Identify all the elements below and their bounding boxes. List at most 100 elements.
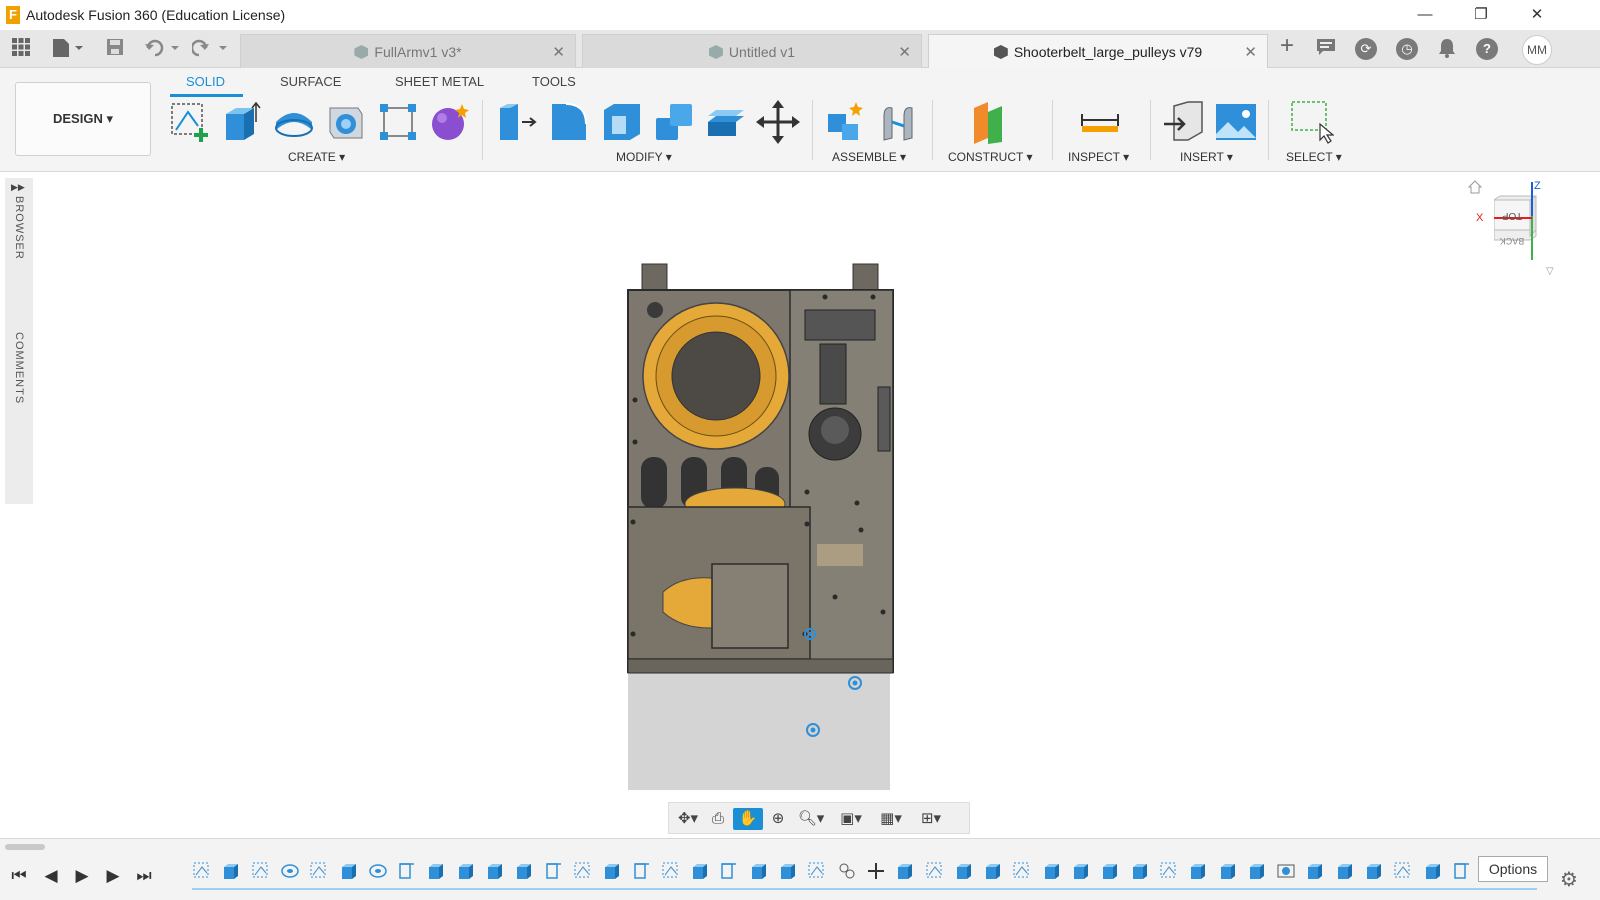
tab-close-icon[interactable]: ✕ <box>1244 43 1257 61</box>
timeline-move-icon[interactable] <box>866 861 886 881</box>
home-view-icon[interactable] <box>1467 180 1483 194</box>
timeline-extrude-icon[interactable] <box>602 861 622 881</box>
file-menu-icon[interactable] <box>50 38 86 60</box>
new-component-icon[interactable] <box>824 100 868 144</box>
document-tab-shooterbelt[interactable]: Shooterbelt_large_pulleys v79 ✕ <box>928 34 1268 68</box>
document-tab-fullarm[interactable]: FullArmv1 v3* ✕ <box>240 34 576 68</box>
timeline-sketch-icon[interactable] <box>192 861 212 881</box>
grid-snaps-icon[interactable]: ▦▾ <box>873 808 909 830</box>
tab-surface[interactable]: SURFACE <box>280 74 341 89</box>
insert-canvas-icon[interactable] <box>1214 100 1258 144</box>
timeline-sketch-icon[interactable] <box>661 861 681 881</box>
timeline-extrude-icon[interactable] <box>1100 861 1120 881</box>
timeline-extrude-icon[interactable] <box>485 861 505 881</box>
tab-close-icon[interactable]: ✕ <box>552 43 565 61</box>
data-panel-grid-icon[interactable] <box>10 38 32 60</box>
comments-panel-toggle[interactable]: COMMENTS <box>13 332 25 404</box>
save-icon[interactable] <box>104 38 126 60</box>
timeline-sketch-icon[interactable] <box>573 861 593 881</box>
select-window-icon[interactable] <box>1290 100 1335 144</box>
user-avatar[interactable]: MM <box>1522 35 1552 65</box>
timeline-extrude-icon[interactable] <box>778 861 798 881</box>
tab-sheet-metal[interactable]: SHEET METAL <box>395 74 484 89</box>
undo-icon[interactable] <box>144 38 180 60</box>
create-form-icon[interactable] <box>428 100 472 144</box>
timeline-extrude-icon[interactable] <box>1335 861 1355 881</box>
timeline-sketch-icon[interactable] <box>1012 861 1032 881</box>
redo-icon[interactable] <box>190 38 228 60</box>
viewports-icon[interactable]: ⊞▾ <box>913 808 949 830</box>
timeline-extrude-icon[interactable] <box>983 861 1003 881</box>
timeline-plane-icon[interactable] <box>719 861 739 881</box>
timeline-extrude-icon[interactable] <box>1071 861 1091 881</box>
viewport-canvas[interactable] <box>35 172 1600 827</box>
tab-solid[interactable]: SOLID <box>186 74 225 89</box>
inspect-group-label[interactable]: INSPECT ▾ <box>1068 150 1129 164</box>
workspace-switcher-button[interactable]: DESIGN ▾ <box>15 82 151 156</box>
restore-button[interactable]: ❐ <box>1458 0 1504 30</box>
zoom-icon[interactable]: ⊕ <box>765 808 791 830</box>
viewcube-menu-icon[interactable]: ▽ <box>1546 266 1554 277</box>
timeline-extrude-icon[interactable] <box>895 861 915 881</box>
timeline-sketch-icon[interactable] <box>925 861 945 881</box>
timeline-extrude-icon[interactable] <box>1042 861 1062 881</box>
timeline-revolve-icon[interactable] <box>280 861 300 881</box>
display-settings-icon[interactable]: ▣▾ <box>833 808 869 830</box>
measure-icon[interactable] <box>1078 100 1122 144</box>
press-pull-icon[interactable] <box>496 100 540 144</box>
browser-panel-toggle[interactable]: BROWSER <box>13 196 25 260</box>
timeline-extrude-icon[interactable] <box>1364 861 1384 881</box>
model-viewport[interactable] <box>35 172 1600 827</box>
viewcube-face-top[interactable]: TOP <box>1498 210 1526 221</box>
assemble-group-label[interactable]: ASSEMBLE ▾ <box>832 150 906 164</box>
timeline-settings-gear-icon[interactable]: ⚙ <box>1560 867 1578 892</box>
timeline-joint-icon[interactable] <box>837 861 857 881</box>
select-group-label[interactable]: SELECT ▾ <box>1286 150 1342 164</box>
timeline-extrude-icon[interactable] <box>1130 861 1150 881</box>
timeline-options-button[interactable]: Options <box>1478 856 1548 882</box>
timeline-extrude-icon[interactable] <box>1188 861 1208 881</box>
timeline-prev-button[interactable]: ◀ <box>40 865 62 887</box>
construct-group-label[interactable]: CONSTRUCT ▾ <box>948 150 1032 164</box>
comments-icon[interactable] <box>1314 38 1338 60</box>
viewcube-face-back[interactable]: BACK <box>1498 236 1526 246</box>
offset-plane-icon[interactable] <box>970 100 1014 144</box>
timeline-combine-icon[interactable] <box>1276 861 1296 881</box>
move-copy-icon[interactable] <box>756 100 800 144</box>
timeline-extrude-icon[interactable] <box>456 861 476 881</box>
create-group-label[interactable]: CREATE ▾ <box>288 150 345 164</box>
timeline-plane-icon[interactable] <box>397 861 417 881</box>
timeline-first-button[interactable]: ⏮ <box>8 865 30 887</box>
timeline-plane-icon[interactable] <box>632 861 652 881</box>
timeline-extrude-icon[interactable] <box>1423 861 1443 881</box>
timeline-plane-icon[interactable] <box>1452 861 1472 881</box>
expand-panel-icon[interactable]: ▶▶ <box>11 182 25 193</box>
timeline-extrude-icon[interactable] <box>221 861 241 881</box>
notifications-bell-icon[interactable] <box>1436 38 1458 60</box>
create-sketch-icon[interactable] <box>168 100 212 144</box>
revolve-icon[interactable] <box>272 100 316 144</box>
extensions-icon[interactable]: ⟳ <box>1355 38 1377 60</box>
joint-icon[interactable] <box>876 100 920 144</box>
help-icon[interactable]: ? <box>1476 38 1498 60</box>
document-tab-untitled[interactable]: Untitled v1 ✕ <box>582 34 922 68</box>
job-status-icon[interactable]: ◷ <box>1396 38 1418 60</box>
timeline-extrude-icon[interactable] <box>514 861 534 881</box>
timeline-revolve-icon[interactable] <box>368 861 388 881</box>
look-at-icon[interactable]: ⎙ <box>705 808 731 830</box>
timeline-sketch-icon[interactable] <box>1159 861 1179 881</box>
timeline-sketch-icon[interactable] <box>1393 861 1413 881</box>
timeline-last-button[interactable]: ⏭ <box>133 865 155 887</box>
combine-icon[interactable] <box>652 100 696 144</box>
modify-group-label[interactable]: MODIFY ▾ <box>616 150 672 164</box>
insert-group-label[interactable]: INSERT ▾ <box>1180 150 1233 164</box>
shell-icon[interactable] <box>600 100 644 144</box>
offset-face-icon[interactable] <box>704 100 748 144</box>
timeline-scrollbar[interactable] <box>5 844 45 850</box>
insert-derive-icon[interactable] <box>1162 100 1206 144</box>
timeline-extrude-icon[interactable] <box>749 861 769 881</box>
orbit-icon[interactable]: ✥▾ <box>671 808 705 830</box>
sweep-icon[interactable] <box>324 100 368 144</box>
close-window-button[interactable]: ✕ <box>1514 0 1560 30</box>
pan-icon[interactable]: ✋ <box>733 808 763 830</box>
